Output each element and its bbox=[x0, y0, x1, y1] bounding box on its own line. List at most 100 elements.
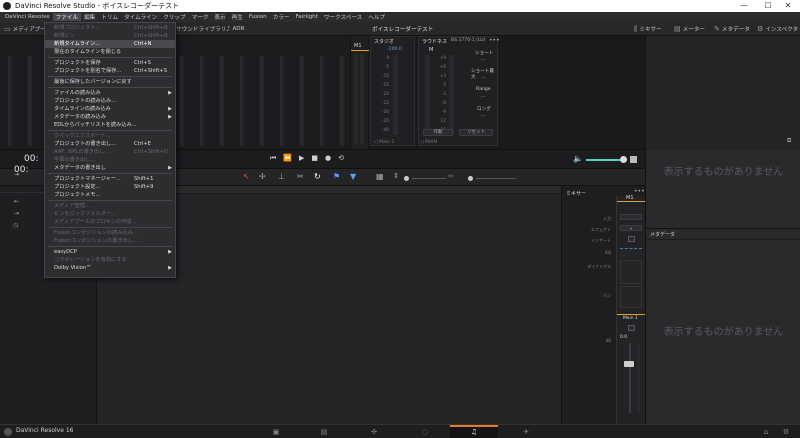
menu-file[interactable]: ファイル bbox=[52, 13, 82, 21]
menu-item-save-as[interactable]: プロジェクトを別名で保存... Ctrl+Shift+S bbox=[45, 67, 175, 75]
davinci-logo-icon bbox=[3, 2, 11, 10]
eq-graph[interactable] bbox=[620, 248, 642, 258]
volume-fader-track[interactable] bbox=[629, 343, 631, 413]
inspector-toggle-button[interactable]: ⚙ インスペクタ bbox=[757, 24, 798, 34]
pan-control[interactable] bbox=[620, 286, 642, 308]
metadata-panel-title: メタデータ bbox=[650, 232, 676, 238]
menu-item-project-notes[interactable]: プロジェクトメモ... bbox=[45, 191, 175, 199]
menu-item-export-metadata[interactable]: メタデータの書き出し ▶ bbox=[45, 164, 175, 172]
menu-item-revert[interactable]: 最後に保存したバージョンに戻す bbox=[45, 78, 175, 86]
metadata-panel: メタデータ 表示するものがありません bbox=[645, 228, 800, 424]
panel-expand-icon[interactable]: ⧉ bbox=[787, 137, 791, 145]
clock-icon[interactable]: ◷ bbox=[13, 222, 18, 229]
zoom-slider-knob[interactable] bbox=[404, 176, 409, 181]
menu-color[interactable]: カラー bbox=[270, 13, 293, 21]
volume-slider-knob[interactable] bbox=[620, 156, 627, 163]
menu-davinci[interactable]: DaVinci Resolve bbox=[2, 14, 53, 20]
menu-item-export-fusion[interactable]: Fusionコンポジションの書き出し... bbox=[45, 237, 175, 245]
razor-tool-icon[interactable]: ✂ bbox=[297, 172, 304, 181]
menu-item-create-proxy[interactable]: メディアプールのプロキシの作成... bbox=[45, 218, 175, 226]
loudness-control-select[interactable]: ◁ MAIN bbox=[420, 140, 437, 145]
insert-toggle[interactable] bbox=[628, 236, 635, 242]
loudness-scale: +9+6+30-3-6-9-12-15 bbox=[439, 55, 446, 132]
range-tool-icon[interactable]: ✢ bbox=[259, 172, 266, 181]
speaker-icon: ◁ bbox=[374, 140, 378, 145]
rewind-button[interactable]: ⏪ bbox=[283, 154, 292, 163]
volume-slider[interactable] bbox=[586, 159, 624, 161]
m1-label: M1 bbox=[354, 43, 362, 49]
menu-playback[interactable]: 再生 bbox=[229, 13, 246, 21]
effects-add-button[interactable]: + bbox=[620, 225, 642, 231]
meter-toggle-button[interactable]: ▤ メーター bbox=[674, 24, 705, 34]
loudness-start-button[interactable]: 作動 bbox=[423, 129, 453, 136]
selection-tool-icon[interactable]: ↖ bbox=[243, 172, 250, 181]
menu-fusion[interactable]: Fusion bbox=[246, 14, 270, 20]
home-icon[interactable]: ⌂ bbox=[759, 427, 773, 437]
inspector-icon: ⚙ bbox=[757, 25, 764, 33]
close-button[interactable]: ✕ bbox=[776, 0, 800, 12]
volume-fader-knob[interactable] bbox=[624, 361, 634, 367]
mixer-options-icon[interactable]: ••• bbox=[634, 188, 645, 195]
loudness-standard: BS.1770-1 (LU) bbox=[451, 38, 486, 43]
menu-mark[interactable]: マーク bbox=[189, 13, 212, 21]
sound-library-button[interactable]: サウンドライブラリ bbox=[176, 24, 226, 34]
snapping-icon[interactable]: ↻ bbox=[314, 172, 321, 181]
deliver-page-icon[interactable]: ✈ bbox=[519, 427, 533, 437]
title-bar: DaVinci Resolve Studio - ボイスレコーダーテスト — ☐… bbox=[0, 0, 800, 12]
fusion-page-icon[interactable]: ◌ bbox=[418, 427, 432, 437]
bus-toggle[interactable] bbox=[628, 325, 635, 331]
zoom-slider[interactable] bbox=[412, 178, 446, 179]
menu-help[interactable]: ヘルプ bbox=[365, 13, 388, 21]
mute-button[interactable] bbox=[630, 156, 637, 163]
studio-scale: 0 -5 -10 -15 -20 -25 -30 -35 -40 bbox=[382, 55, 389, 132]
mixer-toggle-button[interactable]: ⫼ ミキサー bbox=[634, 24, 662, 34]
media-page-icon[interactable]: ▣ bbox=[269, 427, 283, 437]
zoom-stepper-icon[interactable]: ⇕ bbox=[393, 172, 399, 180]
studio-monitor-panel: スタジオ -100.0 0 -5 -10 -15 -20 -25 -30 -35 -40 bbox=[370, 36, 415, 146]
record-button[interactable]: ● bbox=[325, 154, 331, 163]
loudness-reset-button[interactable]: リセット bbox=[459, 129, 493, 136]
meter-bar bbox=[260, 56, 264, 146]
jump-to-start-button[interactable]: ⏮ bbox=[270, 154, 276, 163]
channel-meter-bar bbox=[637, 343, 640, 413]
menu-view[interactable]: 表示 bbox=[211, 13, 228, 21]
menu-trim[interactable]: トリム bbox=[98, 13, 121, 21]
flag-icon[interactable]: ▼ bbox=[350, 172, 356, 181]
loop-button[interactable]: ⟲ bbox=[338, 154, 344, 163]
m1-meter-bar bbox=[354, 54, 358, 144]
cut-page-icon[interactable]: ▤ bbox=[317, 427, 331, 437]
trim-tool-icon[interactable]: ⊥ bbox=[278, 172, 285, 181]
height-slider-knob[interactable] bbox=[468, 176, 473, 181]
height-slider[interactable] bbox=[476, 178, 516, 179]
metadata-toggle-button[interactable]: ✎ メタデータ bbox=[714, 24, 750, 34]
input-select[interactable] bbox=[620, 214, 642, 220]
zoom-fit-icon[interactable]: ‹› bbox=[448, 172, 454, 180]
menu-timeline[interactable]: タイムライン bbox=[121, 13, 160, 21]
menu-item-close-timeline[interactable]: 現在のタイムラインを閉じる bbox=[45, 48, 175, 56]
settings-icon[interactable]: ⚙ bbox=[779, 427, 793, 437]
loudness-panel: ラウドネス BS.1770-1 (LU) ••• M +9 +6 +3 0 -3 -6 -9… bbox=[418, 36, 500, 146]
dynamics-graph[interactable] bbox=[620, 260, 642, 284]
insert-icon[interactable]: ⇥ bbox=[14, 210, 19, 217]
menu-item-dolby-vision[interactable]: Dolby Vision™ ▶ bbox=[45, 264, 175, 272]
menu-workspace[interactable]: ワークスペース bbox=[321, 13, 365, 21]
play-button[interactable]: ▶ bbox=[299, 154, 304, 163]
menu-fairlight[interactable]: Fairlight bbox=[293, 14, 321, 20]
menu-edit[interactable]: 編集 bbox=[81, 13, 98, 21]
loudness-options-icon[interactable]: ••• bbox=[489, 37, 500, 44]
edit-page-icon[interactable]: ✣ bbox=[367, 427, 381, 437]
studio-control-select[interactable]: ◁ Main 1 bbox=[374, 140, 394, 145]
fairlight-page-icon[interactable]: ♫ bbox=[467, 427, 481, 437]
davinci-logo-icon bbox=[4, 428, 12, 436]
speaker-icon: ◁ bbox=[420, 140, 424, 145]
right-panel-top: ⧉ 表示するものがありません bbox=[645, 36, 800, 228]
menu-clip[interactable]: クリップ bbox=[160, 13, 188, 21]
view-options-icon[interactable]: ▦ bbox=[376, 172, 384, 181]
marker-icon[interactable]: ⚑ bbox=[333, 172, 340, 181]
m1-meter-column: M1 bbox=[350, 36, 369, 149]
adr-button[interactable]: ♪ ADR bbox=[226, 24, 245, 34]
minimize-button[interactable]: — bbox=[732, 0, 756, 12]
skip-icon[interactable]: ⇤ bbox=[14, 198, 19, 205]
stop-button[interactable]: ■ bbox=[311, 154, 318, 163]
menu-item-import-edl[interactable]: EDLからパッチリストを読み込み... bbox=[45, 121, 175, 129]
